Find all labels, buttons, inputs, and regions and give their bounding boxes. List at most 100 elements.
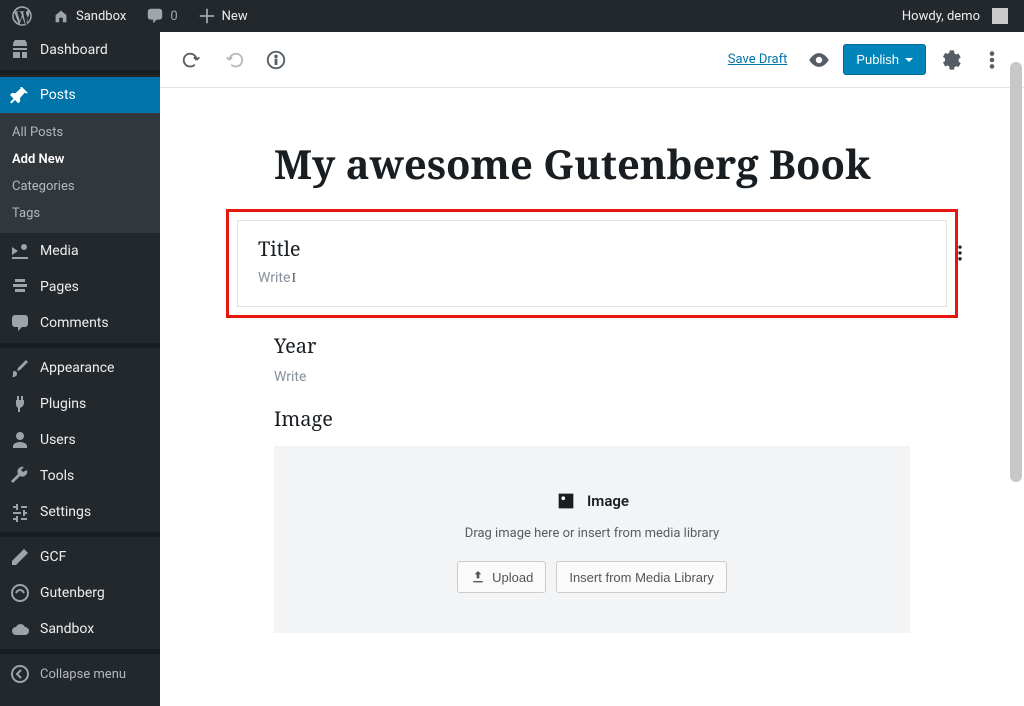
- image-icon: [555, 490, 577, 512]
- menu-label: Dashboard: [40, 42, 108, 58]
- redo-button[interactable]: [216, 42, 252, 78]
- menu-pages[interactable]: Pages: [0, 269, 160, 305]
- upload-icon: [470, 569, 486, 585]
- sliders-icon: [10, 502, 30, 522]
- admin-sidebar: Dashboard Posts All Posts Add New Catego…: [0, 32, 160, 706]
- menu-tools[interactable]: Tools: [0, 458, 160, 494]
- menu-label: Comments: [40, 315, 109, 331]
- insert-media-label: Insert from Media Library: [569, 570, 714, 585]
- editor-toolbar: Save Draft Publish: [160, 32, 1024, 88]
- image-field-block: Image Image Drag image here or insert fr…: [262, 405, 922, 633]
- wp-logo[interactable]: [4, 0, 40, 32]
- account-link[interactable]: Howdy, demo: [894, 0, 1016, 32]
- pin-icon: [10, 85, 30, 105]
- chevron-down-icon: [905, 58, 913, 66]
- menu-label: Users: [40, 432, 76, 448]
- menu-label: Settings: [40, 504, 91, 520]
- collapse-label: Collapse menu: [40, 667, 126, 682]
- year-field-block[interactable]: Year Write: [262, 318, 922, 387]
- menu-posts[interactable]: Posts: [0, 77, 160, 113]
- menu-settings[interactable]: Settings: [0, 494, 160, 530]
- submenu-tags[interactable]: Tags: [0, 200, 160, 227]
- comments-count: 0: [170, 9, 177, 24]
- gear-icon: [939, 49, 961, 71]
- menu-gcf[interactable]: GCF: [0, 539, 160, 575]
- gutenberg-icon: [10, 583, 30, 603]
- editor-canvas-scroll[interactable]: My awesome Gutenberg Book Title Write Ye…: [160, 88, 1024, 706]
- plus-icon: [198, 7, 216, 25]
- eye-icon: [808, 49, 830, 71]
- title-field-block[interactable]: Title Write: [237, 220, 947, 307]
- menu-label: Pages: [40, 279, 79, 295]
- submenu-categories[interactable]: Categories: [0, 173, 160, 200]
- post-title[interactable]: My awesome Gutenberg Book: [274, 136, 922, 191]
- site-name: Sandbox: [76, 9, 126, 24]
- new-label: New: [222, 9, 248, 24]
- wrench-icon: [10, 466, 30, 486]
- comment-icon: [146, 7, 164, 25]
- new-content-link[interactable]: New: [190, 0, 256, 32]
- collapse-icon: [10, 664, 30, 684]
- info-button[interactable]: [258, 42, 294, 78]
- menu-label: Media: [40, 243, 79, 259]
- submenu-add-new[interactable]: Add New: [0, 146, 160, 173]
- editor-canvas: My awesome Gutenberg Book Title Write Ye…: [262, 88, 922, 693]
- user-icon: [10, 430, 30, 450]
- more-button[interactable]: [974, 42, 1010, 78]
- menu-appearance[interactable]: Appearance: [0, 350, 160, 386]
- block-more-button[interactable]: [950, 243, 970, 267]
- comments-link[interactable]: 0: [138, 0, 185, 32]
- menu-plugins[interactable]: Plugins: [0, 386, 160, 422]
- title-input[interactable]: Write: [258, 270, 926, 288]
- cloud-icon: [10, 619, 30, 639]
- redo-icon: [223, 49, 245, 71]
- collapse-menu[interactable]: Collapse menu: [0, 656, 160, 692]
- menu-label: Gutenberg: [40, 585, 105, 601]
- wordpress-icon: [12, 6, 32, 26]
- field-label: Title: [258, 235, 926, 262]
- window-scrollbar[interactable]: [1010, 62, 1022, 702]
- info-icon: [265, 49, 287, 71]
- image-description: Drag image here or insert from media lib…: [294, 526, 890, 541]
- submenu-posts: All Posts Add New Categories Tags: [0, 113, 160, 233]
- scrollbar-thumb[interactable]: [1010, 62, 1022, 482]
- menu-sandbox[interactable]: Sandbox: [0, 611, 160, 647]
- selected-block-highlight: Title Write: [226, 209, 958, 318]
- menu-dashboard[interactable]: Dashboard: [0, 32, 160, 68]
- publish-button[interactable]: Publish: [843, 44, 926, 75]
- preview-button[interactable]: [801, 42, 837, 78]
- media-icon: [10, 241, 30, 261]
- undo-button[interactable]: [174, 42, 210, 78]
- pencil-icon: [10, 547, 30, 567]
- field-label: Image: [274, 405, 910, 432]
- brush-icon: [10, 358, 30, 378]
- comments-icon: [10, 313, 30, 333]
- save-draft-link[interactable]: Save Draft: [720, 46, 796, 73]
- image-dropzone[interactable]: Image Drag image here or insert from med…: [274, 446, 910, 633]
- undo-icon: [181, 49, 203, 71]
- home-icon: [52, 7, 70, 25]
- menu-label: Tools: [40, 468, 74, 484]
- more-vertical-icon: [981, 49, 1003, 71]
- avatar: [992, 8, 1008, 24]
- submenu-all-posts[interactable]: All Posts: [0, 119, 160, 146]
- upload-button[interactable]: Upload: [457, 561, 546, 593]
- menu-label: Posts: [40, 87, 76, 103]
- publish-label: Publish: [856, 52, 899, 67]
- menu-users[interactable]: Users: [0, 422, 160, 458]
- upload-label: Upload: [492, 570, 533, 585]
- menu-label: Sandbox: [40, 621, 94, 637]
- menu-media[interactable]: Media: [0, 233, 160, 269]
- menu-comments[interactable]: Comments: [0, 305, 160, 341]
- menu-gutenberg[interactable]: Gutenberg: [0, 575, 160, 611]
- year-input[interactable]: Write: [274, 369, 910, 387]
- dashboard-icon: [10, 40, 30, 60]
- admin-bar: Sandbox 0 New Howdy, demo: [0, 0, 1024, 32]
- site-name-link[interactable]: Sandbox: [44, 0, 134, 32]
- plug-icon: [10, 394, 30, 414]
- menu-label: Plugins: [40, 396, 86, 412]
- editor: Save Draft Publish My awesome: [160, 32, 1024, 706]
- settings-button[interactable]: [932, 42, 968, 78]
- greeting: Howdy, demo: [902, 9, 980, 24]
- insert-media-button[interactable]: Insert from Media Library: [556, 561, 727, 593]
